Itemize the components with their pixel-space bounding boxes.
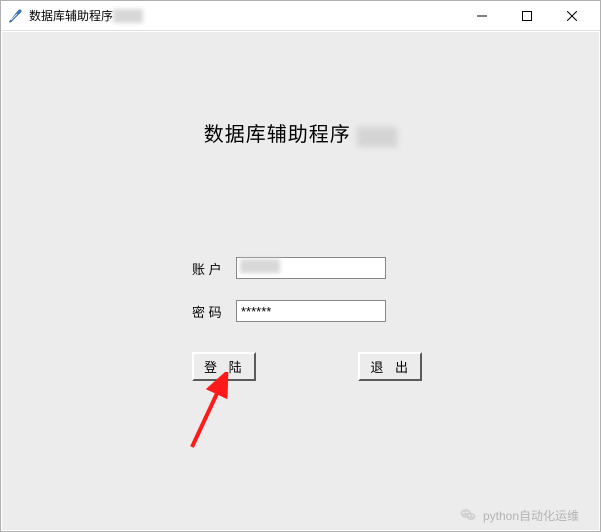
page-title: 数据库辅助程序 — [204, 124, 351, 146]
password-label: 密 码 — [192, 302, 232, 321]
minimize-icon — [477, 11, 487, 21]
login-button[interactable]: 登 陆 — [192, 352, 256, 381]
feather-icon — [7, 8, 23, 24]
watermark-text: python自动化运维 — [483, 507, 579, 524]
maximize-button[interactable] — [504, 1, 549, 30]
heading-row: 数据库辅助程序 — [2, 118, 599, 147]
title-redaction — [113, 9, 143, 23]
window-controls — [459, 1, 594, 30]
titlebar: 数据库辅助程序 — [1, 1, 600, 31]
account-row: 账 户 — [192, 257, 386, 279]
close-button[interactable] — [549, 1, 594, 30]
password-row: 密 码 — [192, 300, 386, 322]
button-row: 登 陆 退 出 — [192, 352, 422, 381]
exit-button[interactable]: 退 出 — [358, 352, 422, 381]
wechat-icon — [459, 506, 477, 524]
maximize-icon — [522, 11, 532, 21]
watermark: python自动化运维 — [459, 506, 579, 524]
account-label: 账 户 — [192, 259, 232, 278]
pointer-arrow-icon — [182, 372, 252, 452]
heading-redaction — [357, 127, 397, 147]
minimize-button[interactable] — [459, 1, 504, 30]
close-icon — [567, 11, 577, 21]
password-input[interactable] — [236, 300, 386, 322]
app-window: 数据库辅助程序 数据库辅助程序 账 户 密 码 — [0, 0, 601, 532]
account-input[interactable] — [236, 257, 386, 279]
client-area: 数据库辅助程序 账 户 密 码 登 陆 退 出 — [2, 32, 599, 530]
window-title: 数据库辅助程序 — [29, 7, 113, 24]
